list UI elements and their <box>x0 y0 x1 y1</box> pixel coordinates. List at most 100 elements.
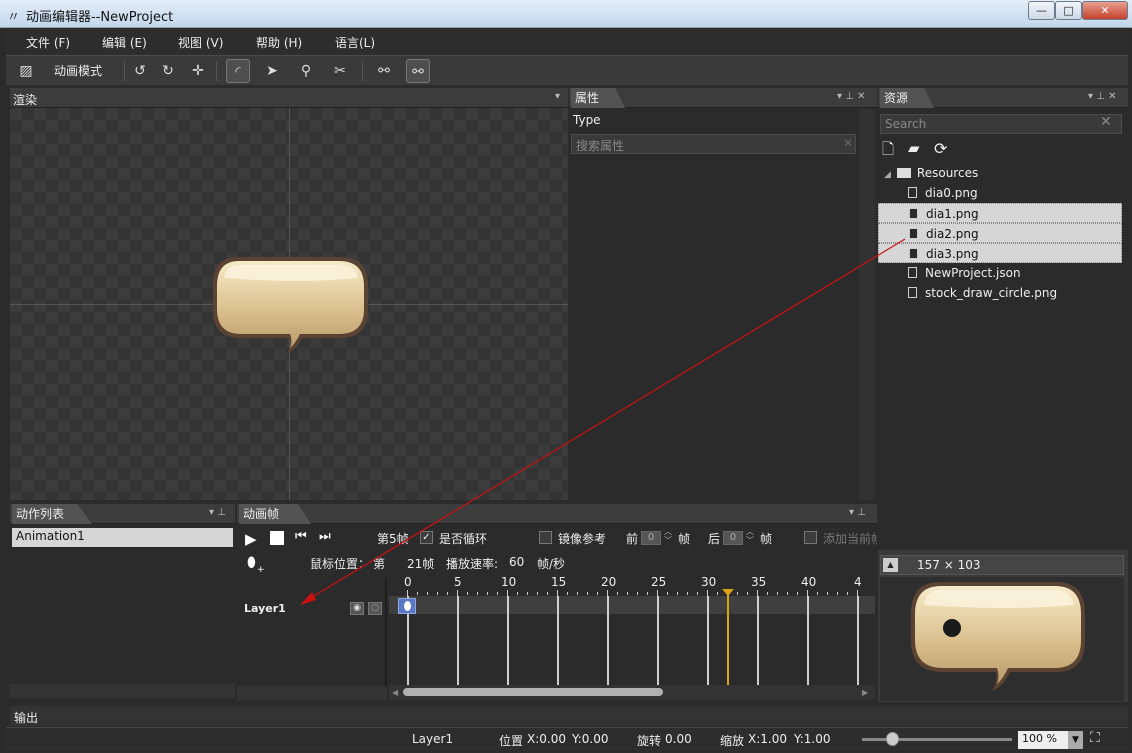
open-folder-icon[interactable]: ▰ <box>908 139 928 157</box>
mouse-position-value: 21帧 <box>407 557 435 571</box>
render-canvas[interactable] <box>10 108 568 500</box>
loop-checkbox[interactable]: ✓ <box>420 531 433 544</box>
properties-panel-header: 属性 ▾ ⊥ ✕ <box>569 88 877 108</box>
minimize-button[interactable]: — <box>1028 1 1055 20</box>
action-list-tab[interactable]: 动作列表 <box>12 504 92 524</box>
toolbar-separator <box>216 61 217 81</box>
after-spinner-icon[interactable]: ︿ ﹀ <box>746 527 754 545</box>
lock-icon[interactable]: ○ <box>368 602 382 615</box>
clear-icon[interactable]: ✕ <box>843 136 853 150</box>
status-bar: Layer1 位置 X:0.00 Y:0.00 旋转 0.00 缩放 X:1.0… <box>6 727 1128 751</box>
tree-file-dia3[interactable]: dia3.png <box>878 243 1122 263</box>
last-frame-icon[interactable]: ⏭ <box>319 529 331 544</box>
frame-gridline <box>457 596 459 685</box>
horizontal-scrollbar[interactable] <box>10 684 235 698</box>
panel-menu-icon[interactable]: ▾ ⊥ <box>209 507 226 518</box>
playhead-line[interactable] <box>727 594 729 685</box>
action-item[interactable]: Animation1 <box>12 528 233 547</box>
tree-file-dia0[interactable]: dia0.png <box>878 183 1122 203</box>
add-keyframe-icon[interactable]: ⬮ <box>247 555 256 571</box>
play-icon[interactable]: ▶ <box>245 530 257 548</box>
bone-icon[interactable]: ✂ <box>328 59 352 83</box>
mode-label[interactable]: 动画模式 <box>54 62 102 79</box>
refresh-icon[interactable]: ⟳ <box>934 139 952 158</box>
center-icon[interactable]: ✛ <box>186 59 210 83</box>
fps-label: 播放速率: <box>446 557 499 571</box>
before-spinner-icon[interactable]: ︿ ﹀ <box>664 527 672 545</box>
scroll-right-icon[interactable]: ▶ <box>862 688 868 697</box>
properties-scrollbar[interactable] <box>859 109 875 500</box>
timeline-scrollbar[interactable]: ◀ ▶ <box>389 685 875 700</box>
fit-screen-icon[interactable]: ⛶ <box>1090 730 1100 746</box>
file-icon <box>908 187 917 198</box>
after-input[interactable]: 0 <box>723 531 743 545</box>
mirror-checkbox[interactable] <box>539 531 552 544</box>
tree-root-resources[interactable]: ◢ Resources <box>878 163 1122 183</box>
fps-value[interactable]: 60 <box>509 555 524 569</box>
layer-scrollbar[interactable] <box>237 686 387 700</box>
tree-file-dia1[interactable]: dia1.png <box>878 203 1122 223</box>
menu-edit[interactable]: 编辑 (E) <box>102 34 147 51</box>
status-scale-x: X:1.00 <box>748 732 787 746</box>
select-icon[interactable]: ➤ <box>260 59 284 83</box>
resources-panel: Search ✕ 🗋 ▰ ⟳ ◢ Resources dia0.png dia1.… <box>878 109 1128 549</box>
mode-icon[interactable]: ▨ <box>14 59 38 83</box>
stop-icon[interactable] <box>270 531 284 545</box>
toolbar-separator <box>124 61 125 81</box>
undo-icon[interactable]: ↺ <box>128 59 152 83</box>
file-icon <box>909 248 918 259</box>
dropdown-icon[interactable]: ▾ <box>555 91 560 102</box>
timeline-scroll-thumb[interactable] <box>403 688 663 696</box>
panel-menu-icon[interactable]: ▾ ⊥ <box>849 507 866 518</box>
properties-tab[interactable]: 属性 <box>571 88 625 108</box>
resources-tab[interactable]: 资源 <box>880 88 934 108</box>
first-frame-icon[interactable]: ⏮ <box>295 529 307 544</box>
bone-link-icon[interactable]: ⚯ <box>372 59 396 83</box>
scroll-left-icon[interactable]: ◀ <box>392 688 398 697</box>
panel-menu-icon[interactable]: ▾ ⊥ ✕ <box>837 91 865 102</box>
menu-language[interactable]: 语言(L) <box>335 34 375 51</box>
frames-tab[interactable]: 动画帧 <box>239 504 311 524</box>
output-tab[interactable]: 输出 <box>14 709 38 726</box>
collapse-icon[interactable]: ▲ <box>883 558 898 572</box>
output-panel-header: 输出 <box>10 706 1128 726</box>
maximize-button[interactable]: □ <box>1055 1 1082 20</box>
keyframe[interactable] <box>398 598 416 614</box>
zoom-input[interactable]: 100 % <box>1018 731 1070 749</box>
menu-view[interactable]: 视图 (V) <box>178 34 223 51</box>
zoom-slider-track[interactable] <box>862 738 1012 741</box>
after-unit: 帧 <box>760 532 773 546</box>
add-plus-icon[interactable]: + <box>257 565 265 575</box>
bone-edit-icon[interactable]: ⚯ <box>406 59 430 83</box>
zoom-dropdown-icon[interactable]: ▼ <box>1068 731 1083 749</box>
redo-icon[interactable]: ↻ <box>156 59 180 83</box>
resource-search-input[interactable]: Search <box>880 114 1122 134</box>
menu-file[interactable]: 文件 (F) <box>26 34 70 51</box>
status-rotation: 0.00 <box>665 732 692 746</box>
panel-menu-icon[interactable]: ▾ ⊥ ✕ <box>1088 91 1116 102</box>
status-rotation-label: 旋转 <box>637 734 662 748</box>
expand-icon[interactable]: ◢ <box>884 170 891 180</box>
clear-icon[interactable]: ✕ <box>1100 114 1112 130</box>
title-bar: 〃 动画编辑器--NewProject — □ ✕ <box>0 0 1132 28</box>
layer-name[interactable]: Layer1 <box>244 602 286 615</box>
menu-help[interactable]: 帮助 (H) <box>256 34 302 51</box>
close-button[interactable]: ✕ <box>1082 1 1128 20</box>
tree-file-stock-draw-circle[interactable]: stock_draw_circle.png <box>878 283 1122 303</box>
zoom-slider-handle[interactable] <box>886 732 899 746</box>
tree-file-newproject-json[interactable]: NewProject.json <box>878 263 1122 283</box>
add-current-checkbox[interactable] <box>804 531 817 544</box>
before-input[interactable]: 0 <box>641 531 661 545</box>
render-panel-header: 渲染 ▾ <box>10 88 568 108</box>
eye-icon[interactable]: ◉ <box>350 602 364 615</box>
window-title: 动画编辑器--NewProject <box>26 10 174 25</box>
property-search-input[interactable]: 搜索属性 <box>571 134 856 154</box>
timeline[interactable]: 0 5 10 15 20 25 30 35 40 4 ◀ ▶ <box>389 574 875 700</box>
tree-file-dia2[interactable]: dia2.png <box>878 223 1122 243</box>
playhead-marker[interactable] <box>722 589 734 596</box>
render-tab[interactable]: 渲染 <box>13 91 37 108</box>
sprite-speech-bubble[interactable] <box>210 254 372 359</box>
rotate-icon[interactable]: ◜ <box>226 59 250 83</box>
zoom-icon[interactable]: ⚲ <box>294 59 318 83</box>
new-file-icon[interactable]: 🗋 <box>882 139 900 158</box>
